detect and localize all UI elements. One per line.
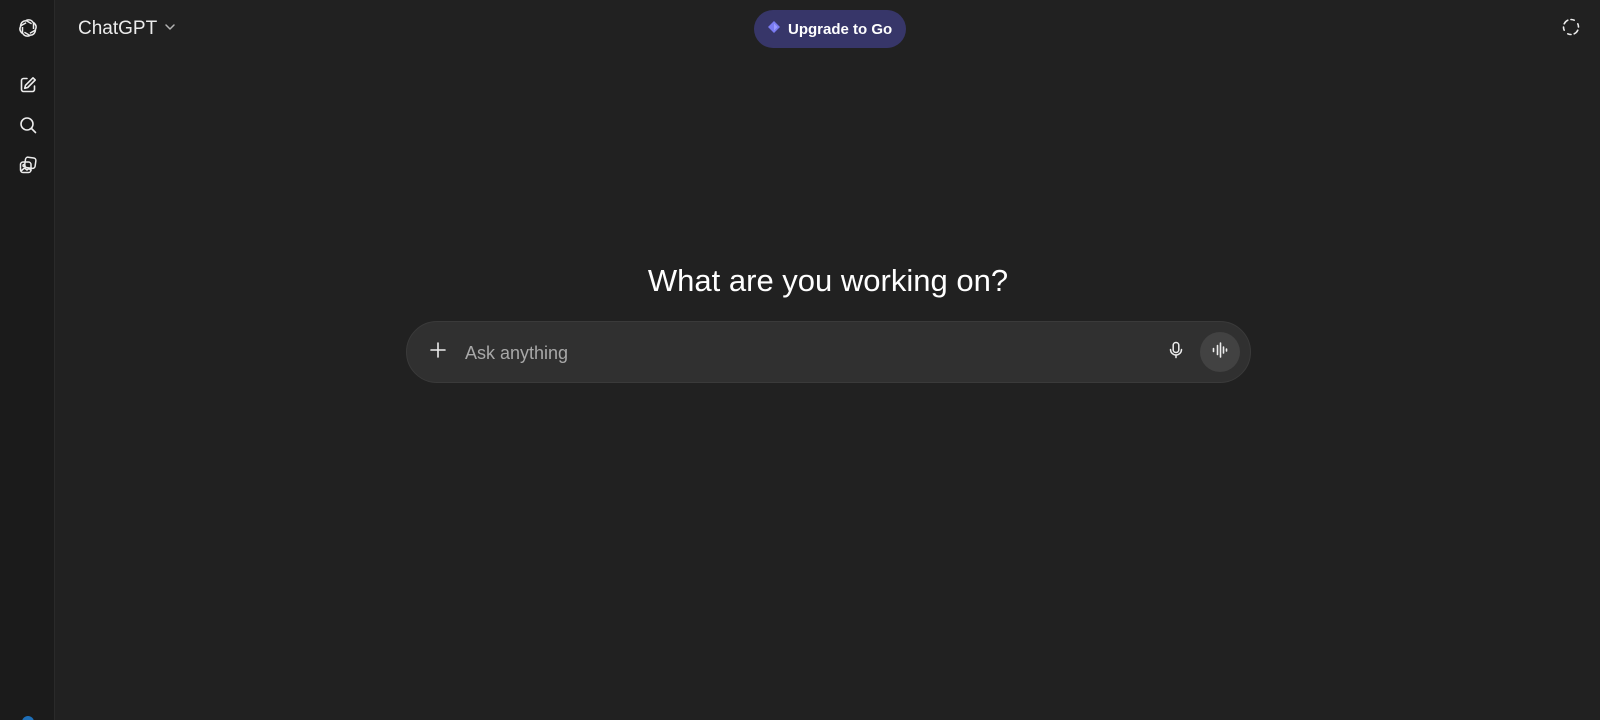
voice-mode-icon: [1210, 340, 1230, 365]
chevron-down-icon: [163, 20, 177, 39]
prompt-input[interactable]: [463, 336, 1067, 370]
sidebar-rail: [0, 0, 55, 720]
new-chat-icon: [18, 75, 38, 95]
openai-logo-icon: [16, 16, 40, 40]
plus-icon: [428, 340, 448, 365]
openai-logo-button[interactable]: [10, 10, 46, 46]
model-name: ChatGPT: [78, 18, 158, 39]
app-window: ChatGPT Upgrade to Go What are you worki…: [0, 0, 1600, 720]
attach-button[interactable]: [421, 335, 455, 369]
dictate-button[interactable]: [1159, 335, 1193, 369]
temporary-chat-icon: [1561, 17, 1581, 42]
model-switcher[interactable]: ChatGPT: [70, 12, 185, 46]
library-button[interactable]: [10, 147, 46, 183]
search-icon: [18, 115, 38, 135]
diamond-icon: [767, 20, 781, 39]
microphone-icon: [1166, 340, 1186, 365]
chat-composer: [406, 321, 1251, 383]
upgrade-label: Upgrade to Go: [788, 20, 893, 38]
library-icon: [18, 155, 38, 175]
voice-mode-button[interactable]: [1200, 332, 1240, 372]
upgrade-button[interactable]: Upgrade to Go: [754, 10, 907, 48]
temporary-chat-button[interactable]: [1553, 11, 1589, 47]
page-title: What are you working on?: [647, 262, 1009, 298]
new-chat-button[interactable]: [10, 67, 46, 103]
account-avatar-partial[interactable]: [22, 716, 34, 720]
search-button[interactable]: [10, 107, 46, 143]
